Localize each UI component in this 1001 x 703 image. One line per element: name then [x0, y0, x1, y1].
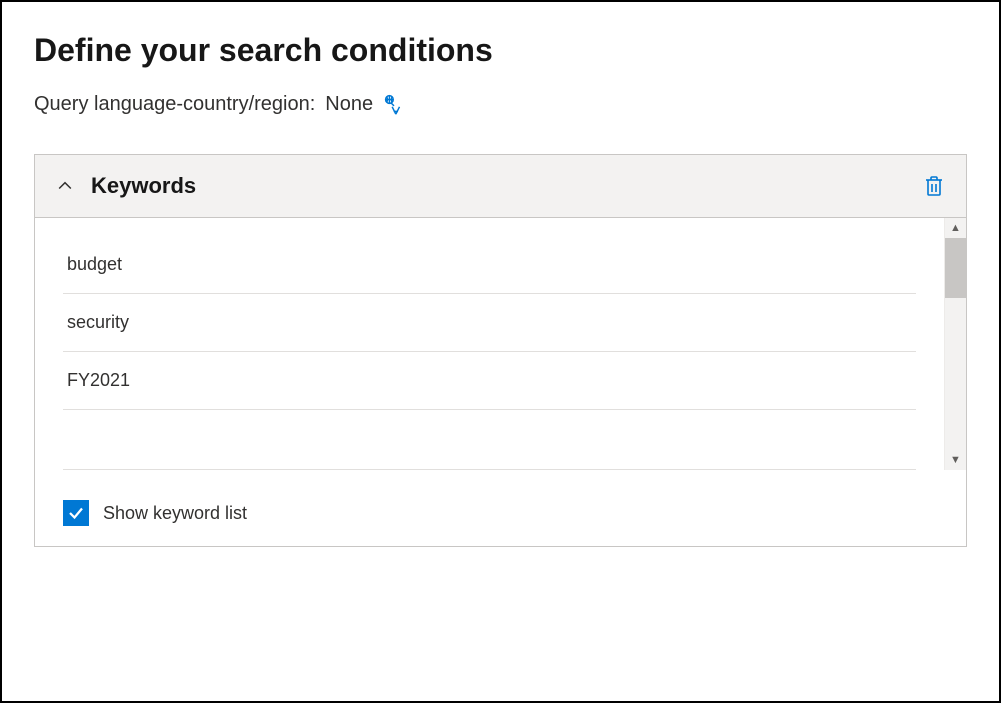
- keyword-row[interactable]: security: [63, 294, 916, 352]
- keyword-list: budget security FY2021: [35, 218, 944, 470]
- show-keyword-list-label: Show keyword list: [103, 503, 247, 524]
- show-keyword-list-checkbox[interactable]: [63, 500, 89, 526]
- scrollbar-track[interactable]: [945, 238, 966, 450]
- keywords-panel-header[interactable]: Keywords: [35, 155, 966, 218]
- keywords-panel-body: budget security FY2021 ▲ ▼: [35, 218, 966, 470]
- trash-icon[interactable]: [922, 174, 946, 198]
- translate-icon[interactable]: [383, 94, 405, 116]
- scroll-down-arrow-icon[interactable]: ▼: [945, 450, 966, 470]
- query-language-value: None: [325, 93, 373, 116]
- keywords-panel: Keywords budget security FY2021 ▲: [34, 154, 967, 547]
- page-title: Define your search conditions: [34, 32, 967, 69]
- show-keyword-list-row: Show keyword list: [35, 470, 966, 546]
- keyword-row[interactable]: [63, 410, 916, 470]
- keyword-row[interactable]: budget: [63, 236, 916, 294]
- scrollbar[interactable]: ▲ ▼: [944, 218, 966, 470]
- keyword-row[interactable]: FY2021: [63, 352, 916, 410]
- query-language-label: Query language-country/region:: [34, 93, 315, 116]
- keywords-panel-title: Keywords: [91, 173, 922, 199]
- query-language-row: Query language-country/region: None: [34, 93, 967, 116]
- chevron-up-icon: [55, 176, 75, 196]
- scrollbar-thumb[interactable]: [945, 238, 966, 298]
- scroll-up-arrow-icon[interactable]: ▲: [945, 218, 966, 238]
